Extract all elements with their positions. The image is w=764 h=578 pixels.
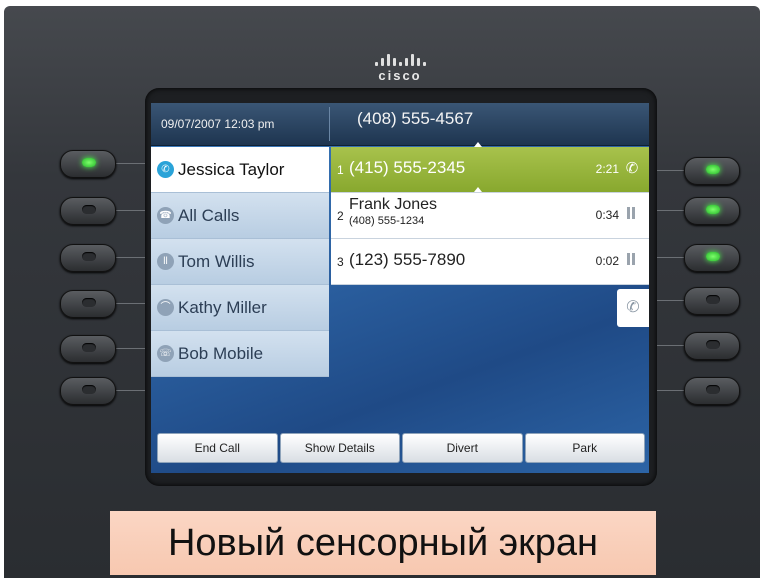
line-label: Bob Mobile xyxy=(178,343,264,363)
line-list: ✆ Jessica Taylor ☎ All Calls ll Tom Will… xyxy=(151,147,329,377)
call-duration: 0:34 xyxy=(595,208,619,222)
line-tom-willis[interactable]: ll Tom Willis xyxy=(151,239,329,285)
call-index: 3 xyxy=(337,255,344,269)
cisco-logo: cisco xyxy=(360,52,440,83)
park-softkey[interactable]: Park xyxy=(524,433,645,463)
call-row-2[interactable]: 2 Frank Jones (408) 555-1234 0:34 xyxy=(331,193,649,239)
header-divider xyxy=(329,107,330,141)
led-indicator xyxy=(82,343,96,352)
line-label: Jessica Taylor xyxy=(178,159,285,179)
call-index: 1 xyxy=(337,163,344,177)
line-button-1[interactable] xyxy=(60,150,116,178)
session-button-4[interactable] xyxy=(684,287,740,315)
date-time: 09/07/2007 12:03 pm xyxy=(161,117,275,131)
scroll-up-tick xyxy=(474,142,482,147)
session-button-3[interactable] xyxy=(684,244,740,272)
call-number: (123) 555-7890 xyxy=(349,250,466,269)
pause-icon xyxy=(623,206,641,224)
line-all-calls[interactable]: ☎ All Calls xyxy=(151,193,329,239)
phone-screen: 09/07/2007 12:03 pm (408) 555-4567 ✆ Jes… xyxy=(151,103,649,473)
led-indicator xyxy=(706,252,720,261)
line-button-3[interactable] xyxy=(60,244,116,272)
scroll-tick xyxy=(474,187,482,192)
divert-softkey[interactable]: Divert xyxy=(402,433,523,463)
session-button-2[interactable] xyxy=(684,197,740,225)
led-indicator xyxy=(82,252,96,261)
led-indicator xyxy=(706,385,720,394)
cisco-logo-bars xyxy=(360,52,440,66)
session-button-5[interactable] xyxy=(684,332,740,360)
call-number: (415) 555-2345 xyxy=(349,158,466,177)
show-details-softkey[interactable]: Show Details xyxy=(279,433,400,463)
call-duration: 0:02 xyxy=(595,254,619,268)
line-bob-mobile[interactable]: ☏ Bob Mobile xyxy=(151,331,329,377)
line-label: Kathy Miller xyxy=(178,297,267,317)
line-label: All Calls xyxy=(178,205,240,225)
end-call-softkey[interactable]: End Call xyxy=(157,433,278,463)
call-index: 2 xyxy=(337,209,344,223)
line-label: Tom Willis xyxy=(178,251,255,271)
hangup-icon: ⌒ xyxy=(157,299,174,316)
led-indicator xyxy=(706,295,720,304)
call-duration: 2:21 xyxy=(595,162,619,176)
session-button-6[interactable] xyxy=(684,377,740,405)
call-row-1[interactable]: 1 (415) 555-2345 2:21 ✆ xyxy=(331,147,649,193)
mobile-icon: ☏ xyxy=(157,345,174,362)
led-indicator xyxy=(706,205,720,214)
call-row-3[interactable]: 3 (123) 555-7890 0:02 xyxy=(331,239,649,285)
pause-icon xyxy=(623,252,641,270)
line-jessica-taylor[interactable]: ✆ Jessica Taylor xyxy=(151,147,329,193)
line-button-6[interactable] xyxy=(60,377,116,405)
line-button-4[interactable] xyxy=(60,290,116,318)
hold-icon: ll xyxy=(157,253,174,270)
all-calls-icon: ☎ xyxy=(157,207,174,224)
new-call-button[interactable]: ✆ xyxy=(617,289,649,327)
line-icon: ✆ xyxy=(157,161,174,178)
led-indicator xyxy=(82,205,96,214)
line-button-5[interactable] xyxy=(60,335,116,363)
phone-handset-icon: ✆ xyxy=(625,160,639,177)
led-indicator xyxy=(82,385,96,394)
call-list: 1 (415) 555-2345 2:21 ✆ 2 Frank Jones (4… xyxy=(331,142,649,285)
call-name: Frank Jones xyxy=(349,196,438,213)
led-indicator xyxy=(82,158,96,167)
cisco-logo-text: cisco xyxy=(378,68,422,83)
softkey-bar: End Call Show Details Divert Park xyxy=(157,433,645,463)
line-button-2[interactable] xyxy=(60,197,116,225)
line-kathy-miller[interactable]: ⌒ Kathy Miller xyxy=(151,285,329,331)
session-button-1[interactable] xyxy=(684,157,740,185)
own-number: (408) 555-4567 xyxy=(357,109,474,128)
phone-handset-icon: ✆ xyxy=(626,299,640,316)
header-bar: 09/07/2007 12:03 pm (408) 555-4567 xyxy=(151,103,649,146)
led-indicator xyxy=(82,298,96,307)
caption-banner: Новый сенсорный экран xyxy=(110,511,656,575)
call-subnumber: (408) 555-1234 xyxy=(349,215,425,227)
led-indicator xyxy=(706,340,720,349)
led-indicator xyxy=(706,165,720,174)
